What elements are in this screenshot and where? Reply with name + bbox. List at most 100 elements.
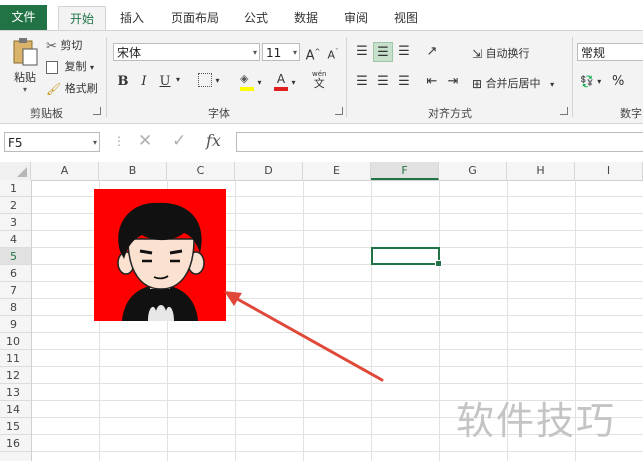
row-header[interactable]: 4 bbox=[0, 231, 31, 248]
merge-center-button[interactable]: ⊞ 合并后居中 ▾ bbox=[472, 75, 554, 91]
number-format-select[interactable]: 常规 bbox=[577, 43, 643, 61]
column-headers: A B C D E F G H I bbox=[0, 162, 643, 181]
row-header[interactable]: 3 bbox=[0, 214, 31, 231]
decrease-indent-icon: ⇤ bbox=[426, 74, 438, 89]
row-headers: 1 2 3 4 5 6 7 8 9 10 11 12 13 14 15 16 bbox=[0, 180, 32, 461]
cut-label: 剪切 bbox=[60, 39, 83, 52]
row-header[interactable]: 7 bbox=[0, 282, 31, 299]
tab-file[interactable]: 文件 bbox=[0, 5, 47, 30]
select-all-button[interactable] bbox=[0, 162, 31, 180]
column-header-b[interactable]: B bbox=[99, 162, 167, 180]
align-top-button[interactable]: ☰ bbox=[352, 42, 372, 62]
number-format-value: 常规 bbox=[581, 46, 606, 60]
number-group-label: 数字 bbox=[620, 107, 642, 120]
font-launcher-icon[interactable] bbox=[335, 107, 343, 115]
increase-indent-button[interactable]: ⇥ bbox=[443, 72, 463, 92]
name-box[interactable]: F5 ▾ bbox=[4, 132, 100, 152]
align-left-button[interactable]: ☰ bbox=[352, 72, 372, 92]
tab-view[interactable]: 视图 bbox=[386, 6, 426, 30]
copy-icon bbox=[46, 60, 58, 74]
column-header-c[interactable]: C bbox=[167, 162, 235, 180]
phonetic-icon: 文 bbox=[313, 77, 325, 90]
font-color-icon: A bbox=[274, 73, 288, 91]
tab-insert[interactable]: 插入 bbox=[112, 6, 152, 30]
row-header[interactable]: 2 bbox=[0, 197, 31, 214]
tab-review[interactable]: 审阅 bbox=[336, 6, 376, 30]
clipboard-launcher-icon[interactable] bbox=[93, 107, 101, 115]
phonetic-button[interactable]: wén 文 bbox=[312, 69, 326, 89]
percent-style-button[interactable]: % bbox=[612, 74, 624, 89]
underline-button[interactable]: U bbox=[155, 72, 175, 92]
column-header-h[interactable]: H bbox=[507, 162, 575, 180]
copy-dropdown-icon[interactable]: ▾ bbox=[90, 63, 94, 72]
formula-input[interactable] bbox=[236, 132, 643, 152]
formula-bar-options-icon[interactable]: ⋮ bbox=[113, 134, 125, 148]
tab-page-layout[interactable]: 页面布局 bbox=[160, 6, 230, 30]
wrap-text-button[interactable]: ⇲ 自动换行 bbox=[472, 45, 530, 61]
wrap-text-label: 自动换行 bbox=[485, 47, 530, 60]
column-header-e[interactable]: E bbox=[303, 162, 371, 180]
orientation-button[interactable]: ↗ bbox=[422, 42, 442, 62]
chevron-down-icon: ▾ bbox=[252, 48, 257, 57]
row-header[interactable]: 14 bbox=[0, 401, 31, 418]
underline-dropdown-icon[interactable]: ▾ bbox=[176, 75, 180, 84]
column-header-d[interactable]: D bbox=[235, 162, 303, 180]
wrap-text-icon: ⇲ bbox=[472, 47, 483, 61]
fill-color-button[interactable]: ◈ ▾ bbox=[240, 73, 262, 91]
column-header-a[interactable]: A bbox=[31, 162, 99, 180]
font-color-button[interactable]: A ▾ bbox=[274, 73, 296, 91]
row-header[interactable]: 11 bbox=[0, 350, 31, 367]
column-header-i[interactable]: I bbox=[575, 162, 643, 180]
tab-data[interactable]: 数据 bbox=[286, 6, 326, 30]
bold-button[interactable]: B bbox=[113, 72, 133, 92]
row-header[interactable]: 9 bbox=[0, 316, 31, 333]
format-painter-button[interactable]: 🖌 格式刷 bbox=[46, 80, 98, 96]
decrease-indent-button[interactable]: ⇤ bbox=[422, 72, 442, 92]
annotation-arrow bbox=[224, 291, 384, 382]
insert-function-icon[interactable]: fx bbox=[206, 131, 221, 150]
row-header[interactable]: 6 bbox=[0, 265, 31, 282]
currency-icon: 💱 bbox=[580, 74, 594, 88]
copy-label: 复制 bbox=[64, 60, 87, 73]
font-size-select[interactable]: 11 ▾ bbox=[262, 43, 300, 61]
alignment-group-label: 对齐方式 bbox=[428, 107, 472, 120]
align-bottom-icon: ☰ bbox=[398, 44, 410, 59]
align-left-icon: ☰ bbox=[356, 74, 368, 89]
align-right-button[interactable]: ☰ bbox=[394, 72, 414, 92]
row-header-active[interactable]: 5 bbox=[0, 248, 31, 265]
tab-home[interactable]: 开始 bbox=[58, 6, 106, 31]
row-header[interactable]: 13 bbox=[0, 384, 31, 401]
align-bottom-button[interactable]: ☰ bbox=[394, 42, 414, 62]
row-header[interactable]: 1 bbox=[0, 180, 31, 197]
align-middle-button[interactable]: ☰ bbox=[373, 42, 393, 62]
active-cell-f5[interactable] bbox=[371, 247, 442, 267]
column-header-g[interactable]: G bbox=[439, 162, 507, 180]
font-name-value: 宋体 bbox=[117, 46, 142, 60]
paint-bucket-icon: ◈ bbox=[240, 73, 254, 91]
alignment-launcher-icon[interactable] bbox=[560, 107, 568, 115]
font-size-value: 11 bbox=[266, 46, 282, 60]
font-name-select[interactable]: 宋体 ▾ bbox=[113, 43, 260, 61]
row-header[interactable]: 8 bbox=[0, 299, 31, 316]
cancel-icon[interactable]: ✕ bbox=[138, 131, 152, 151]
font-group-label: 字体 bbox=[208, 107, 230, 120]
avatar-picture[interactable] bbox=[94, 189, 226, 321]
paste-button[interactable]: 粘贴 ▾ bbox=[8, 37, 42, 97]
fill-handle[interactable] bbox=[435, 260, 442, 267]
row-header[interactable]: 12 bbox=[0, 367, 31, 384]
row-header[interactable]: 16 bbox=[0, 435, 31, 452]
row-header[interactable]: 15 bbox=[0, 418, 31, 435]
italic-button[interactable]: I bbox=[134, 72, 154, 92]
align-center-button[interactable]: ☰ bbox=[373, 72, 393, 92]
column-header-f[interactable]: F bbox=[371, 162, 439, 180]
shrink-font-button[interactable]: Aˇ bbox=[323, 42, 343, 62]
grow-font-button[interactable]: A^ bbox=[303, 42, 323, 63]
cut-button[interactable]: ✂ 剪切 bbox=[46, 37, 82, 54]
tab-formulas[interactable]: 公式 bbox=[236, 6, 276, 30]
accounting-format-button[interactable]: 💱 ▾ bbox=[580, 74, 601, 88]
borders-button[interactable]: ▾ bbox=[198, 73, 220, 87]
enter-icon[interactable]: ✓ bbox=[172, 131, 186, 151]
row-header[interactable]: 10 bbox=[0, 333, 31, 350]
paste-dropdown-icon[interactable]: ▾ bbox=[8, 85, 42, 94]
copy-button[interactable]: 复制 ▾ bbox=[46, 58, 94, 74]
